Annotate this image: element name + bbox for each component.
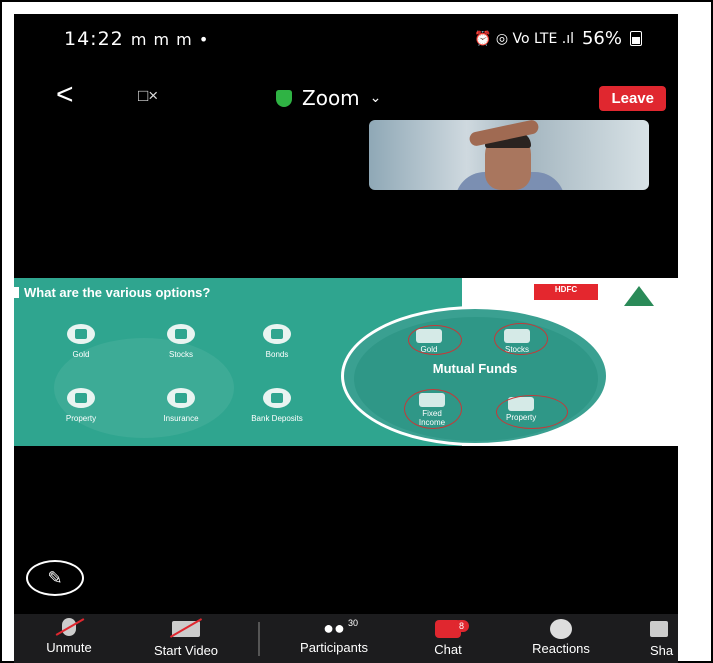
property-icon — [67, 388, 95, 408]
start-video-button[interactable]: Start Video — [134, 618, 238, 658]
chat-label: Chat — [434, 642, 462, 657]
share-label: Sha — [650, 643, 674, 658]
battery-percent: 56% — [581, 28, 622, 49]
leave-button[interactable]: Leave — [599, 86, 666, 111]
meeting-top-bar: < □× Zoom ⌄ Leave — [14, 78, 678, 118]
participants-label: Participants — [300, 640, 368, 655]
circle-inner — [354, 317, 598, 441]
share-button[interactable]: Sha — [650, 618, 678, 658]
slide-title: What are the various options? — [14, 286, 224, 299]
slide-option-property: Property — [46, 388, 116, 423]
mutual-funds-title: Mutual Funds — [432, 361, 518, 376]
meeting-title: Zoom — [302, 86, 360, 110]
participants-count: 30 — [348, 618, 359, 628]
annotation-ring-property — [496, 395, 568, 429]
annotation-ring-fixed-income — [404, 389, 462, 429]
chat-badge: 8 — [454, 620, 470, 632]
gold-icon — [67, 324, 95, 344]
hdfc-logo: HDFC — [534, 284, 598, 300]
share-icon — [650, 621, 668, 637]
insurance-icon — [167, 388, 195, 408]
pencil-icon[interactable]: ✎ — [26, 560, 84, 596]
unmute-label: Unmute — [46, 640, 92, 655]
status-bar: 14:22 m m m • ⏰ ◎ Vo LTE .ıl 56% — [14, 14, 678, 74]
toolbar-divider — [258, 622, 260, 656]
slide-option-bank-deposits: Bank Deposits — [242, 388, 312, 423]
participant-video-thumbnail[interactable] — [369, 120, 649, 190]
slide-option-bonds: Bonds — [242, 324, 312, 359]
unmute-button[interactable]: Unmute — [34, 618, 104, 655]
stocks-icon — [167, 324, 195, 344]
start-video-label: Start Video — [153, 643, 219, 658]
status-right: ⏰ ◎ Vo LTE .ıl 56% — [474, 28, 642, 49]
shared-screen-slide[interactable]: What are the various options? Gold Stock… — [14, 278, 678, 446]
meeting-title-button[interactable]: Zoom ⌄ — [276, 86, 381, 110]
mutual-funds-circle: Mutual Funds Gold Stocks Fixed Income Pr… — [341, 306, 609, 446]
back-chevron-icon[interactable]: < — [56, 80, 74, 110]
battery-icon — [630, 31, 642, 46]
speaker-muted-icon[interactable]: □× — [138, 86, 158, 106]
meeting-toolbar: Unmute Start Video ●● 30 Participants 8 C… — [14, 614, 678, 663]
chevron-down-icon: ⌄ — [369, 90, 382, 106]
amfi-logo — [624, 286, 654, 310]
reactions-button[interactable]: Reactions — [516, 618, 606, 656]
chat-button[interactable]: 8 Chat — [418, 618, 478, 657]
participants-button[interactable]: ●● 30 Participants — [280, 618, 388, 655]
slide-option-insurance: Insurance — [146, 388, 216, 423]
status-time: 14:22 m m m • — [64, 28, 210, 50]
slide-option-stocks: Stocks — [146, 324, 216, 359]
camera-off-icon — [169, 618, 203, 638]
bank-icon — [263, 388, 291, 408]
annotation-ring-stocks — [494, 323, 548, 355]
phone-screen: 14:22 m m m • ⏰ ◎ Vo LTE .ıl 56% < □× Zo… — [14, 14, 678, 663]
annotation-ring-gold — [408, 325, 462, 355]
participants-icon: ●● — [323, 618, 345, 638]
bonds-icon — [263, 324, 291, 344]
reactions-icon — [550, 619, 572, 639]
secure-shield-icon — [276, 89, 292, 107]
slide-option-gold: Gold — [46, 324, 116, 359]
microphone-muted-icon — [55, 618, 85, 636]
status-icons: ⏰ ◎ Vo LTE .ıl — [473, 30, 574, 47]
reactions-label: Reactions — [532, 641, 590, 656]
